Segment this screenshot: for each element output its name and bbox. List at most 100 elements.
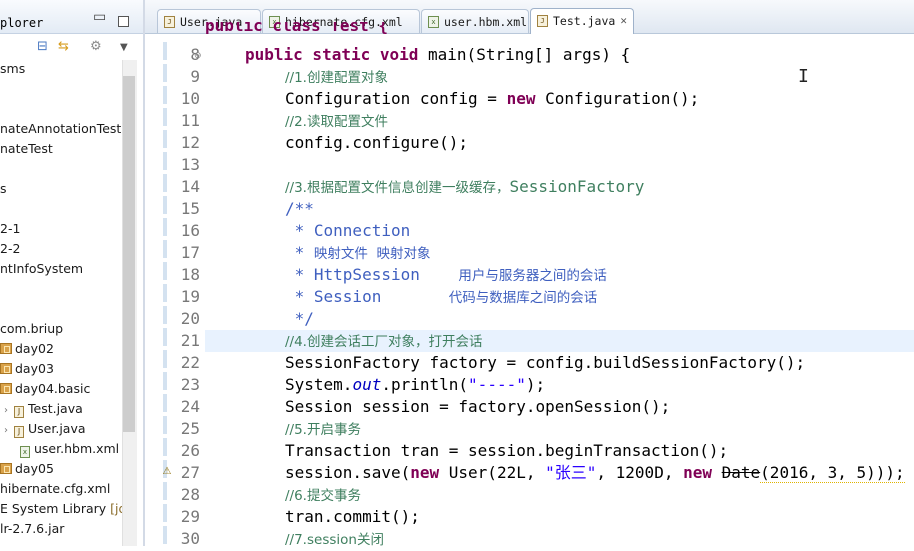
- code-line-26[interactable]: Transaction tran = session.beginTransact…: [285, 440, 728, 462]
- keyword: new: [410, 463, 440, 482]
- code-line-14[interactable]: //3.根据配置文件信息创建一级缓存，SessionFactory: [285, 176, 644, 199]
- code-line-24[interactable]: Session session = factory.openSession();: [285, 396, 670, 418]
- code-line-22[interactable]: SessionFactory factory = config.buildSes…: [285, 352, 805, 374]
- text-cursor-icon: I: [798, 66, 809, 87]
- tree-item-package[interactable]: day05: [0, 460, 54, 478]
- tree-item-label: nateTest: [0, 141, 53, 156]
- view-menu-icon[interactable]: ▼: [120, 41, 128, 55]
- tree-item-file[interactable]: x user.hbm.xml: [20, 440, 119, 458]
- tree-item-package[interactable]: day04.basic: [0, 380, 90, 398]
- tree-item-label: E System Library: [0, 501, 107, 516]
- expand-arrow-icon[interactable]: ›: [4, 402, 14, 420]
- code-text: );: [525, 375, 546, 394]
- line-number: 22: [180, 353, 200, 372]
- tab-label: Test.java: [553, 14, 616, 28]
- link-with-editor-icon[interactable]: ⇆: [58, 40, 69, 54]
- line-number: 10: [180, 89, 200, 108]
- tree-item-label: ntInfoSystem: [0, 261, 84, 276]
- line-number: 14: [180, 177, 200, 196]
- tree-item-package[interactable]: day02: [0, 340, 54, 358]
- tree-item-label: day03: [15, 361, 54, 376]
- package-explorer-panel: plorer ▭ ⊟ ⇆ ⚙ ▼ sms nateAnnotationTest …: [0, 0, 145, 546]
- tree-item-package[interactable]: day03: [0, 360, 54, 378]
- code-line-12[interactable]: config.configure();: [285, 132, 468, 154]
- tree-item-label: day04.basic: [15, 381, 91, 396]
- tree-item-file[interactable]: › J Test.java: [4, 400, 83, 418]
- code-line-10[interactable]: Configuration config = new Configuration…: [285, 88, 699, 110]
- close-tab-icon[interactable]: ✕: [620, 9, 627, 33]
- code-text: System.: [285, 375, 353, 394]
- gutter-separator: [204, 34, 205, 546]
- panel-divider[interactable]: [143, 0, 145, 546]
- warning-icon[interactable]: ⚠: [161, 466, 173, 478]
- project-tree: sms nateAnnotationTest nateTest s 2-1 2-…: [0, 60, 122, 546]
- tree-item-label: user.hbm.xml: [34, 441, 120, 456]
- tree-item[interactable]: s: [0, 180, 7, 198]
- line-number: 15: [180, 199, 200, 218]
- line-number-ruler: 8 9 10 11 12 13 14 15 16 17 18 19 20 21 …: [174, 34, 204, 548]
- code-line-17[interactable]: * 映射文件 映射对象: [285, 242, 431, 265]
- code-text: tran.commit();: [285, 507, 420, 526]
- tree-item[interactable]: 2-2: [0, 240, 20, 258]
- fold-toggle-icon[interactable]: ⊖: [194, 51, 202, 61]
- code-line-19[interactable]: * Session 代码与数据库之间的会话: [285, 286, 598, 309]
- static-field: out: [352, 375, 382, 394]
- tab-test-java[interactable]: J Test.java ✕: [530, 8, 634, 34]
- explorer-tab-title[interactable]: plorer: [0, 16, 43, 30]
- maximize-icon[interactable]: [118, 16, 129, 27]
- minimize-icon[interactable]: ▭: [93, 10, 106, 24]
- tree-item-package[interactable]: com.briup: [0, 320, 63, 338]
- xml-file-icon: x: [20, 446, 30, 458]
- code-text: Configuration();: [535, 89, 700, 108]
- code-text: , 1200D,: [596, 463, 684, 482]
- keyword: new: [506, 89, 536, 108]
- line-number: 25: [180, 419, 200, 438]
- tree-item[interactable]: ntInfoSystem: [0, 260, 83, 278]
- collapse-all-icon[interactable]: ⊟: [37, 40, 48, 54]
- code-line-25[interactable]: //5.开启事务: [285, 418, 361, 441]
- line-number: 27: [180, 463, 200, 482]
- line-number: 24: [180, 397, 200, 416]
- explorer-tab-bar: plorer ▭: [0, 0, 145, 34]
- package-icon: [0, 463, 12, 474]
- javadoc: 代码与数据库之间的会话: [448, 290, 598, 306]
- filter-icon[interactable]: ⚙: [90, 40, 102, 54]
- code-line-8[interactable]: public static void main(String[] args) {: [245, 44, 630, 66]
- tab-label: user.hbm.xml: [444, 15, 528, 29]
- package-icon: [0, 343, 12, 354]
- line-number: 17: [180, 243, 200, 262]
- tab-user-hbm-xml[interactable]: x user.hbm.xml: [421, 9, 529, 33]
- code-line-28[interactable]: //6.提交事务: [285, 484, 361, 507]
- code-line-27[interactable]: session.save(new User(22L, "张三", 1200D, …: [285, 462, 905, 484]
- code-line-9[interactable]: //1.创建配置对象: [285, 66, 388, 89]
- comment: //1.创建配置对象: [285, 70, 388, 86]
- tree-item-library[interactable]: E System Library [jdk1: [0, 500, 122, 518]
- string-literal: "张三": [545, 463, 597, 482]
- code-line-29[interactable]: tran.commit();: [285, 506, 420, 528]
- code-line-16[interactable]: * Connection: [285, 220, 411, 242]
- line-number: 28: [180, 485, 200, 504]
- code-text: Transaction tran = session.beginTransact…: [285, 441, 729, 460]
- code-line-15[interactable]: /**: [285, 198, 314, 220]
- code-text: Configuration config =: [285, 89, 507, 108]
- javadoc: * HttpSession: [285, 265, 459, 284]
- tree-item[interactable]: nateTest: [0, 140, 53, 158]
- tree-item[interactable]: 2-1: [0, 220, 20, 238]
- code-line-18[interactable]: * HttpSession 用户与服务器之间的会话: [285, 264, 607, 287]
- expand-arrow-icon[interactable]: ›: [4, 422, 14, 440]
- code-line-30[interactable]: //7.session关闭: [285, 528, 384, 551]
- tree-item[interactable]: sms: [0, 60, 25, 78]
- code-line-23[interactable]: System.out.println("----");: [285, 374, 545, 396]
- code-line-11[interactable]: //2.读取配置文件: [285, 110, 388, 133]
- code-text: User(22L,: [439, 463, 546, 482]
- tree-item-file[interactable]: hibernate.cfg.xml: [0, 480, 110, 498]
- tree-item-jar[interactable]: lr-2.7.6.jar: [0, 520, 64, 538]
- tree-item-file[interactable]: › J User.java: [4, 420, 86, 438]
- javadoc: */: [285, 309, 314, 328]
- explorer-scrollbar-thumb[interactable]: [123, 76, 135, 432]
- code-line-21[interactable]: //4.创建会话工厂对象，打开会话: [285, 330, 482, 353]
- tree-item-label: day02: [15, 341, 54, 356]
- code-line-20[interactable]: */: [285, 308, 314, 330]
- tree-item[interactable]: nateAnnotationTest: [0, 120, 121, 138]
- javadoc: * Session: [285, 287, 449, 306]
